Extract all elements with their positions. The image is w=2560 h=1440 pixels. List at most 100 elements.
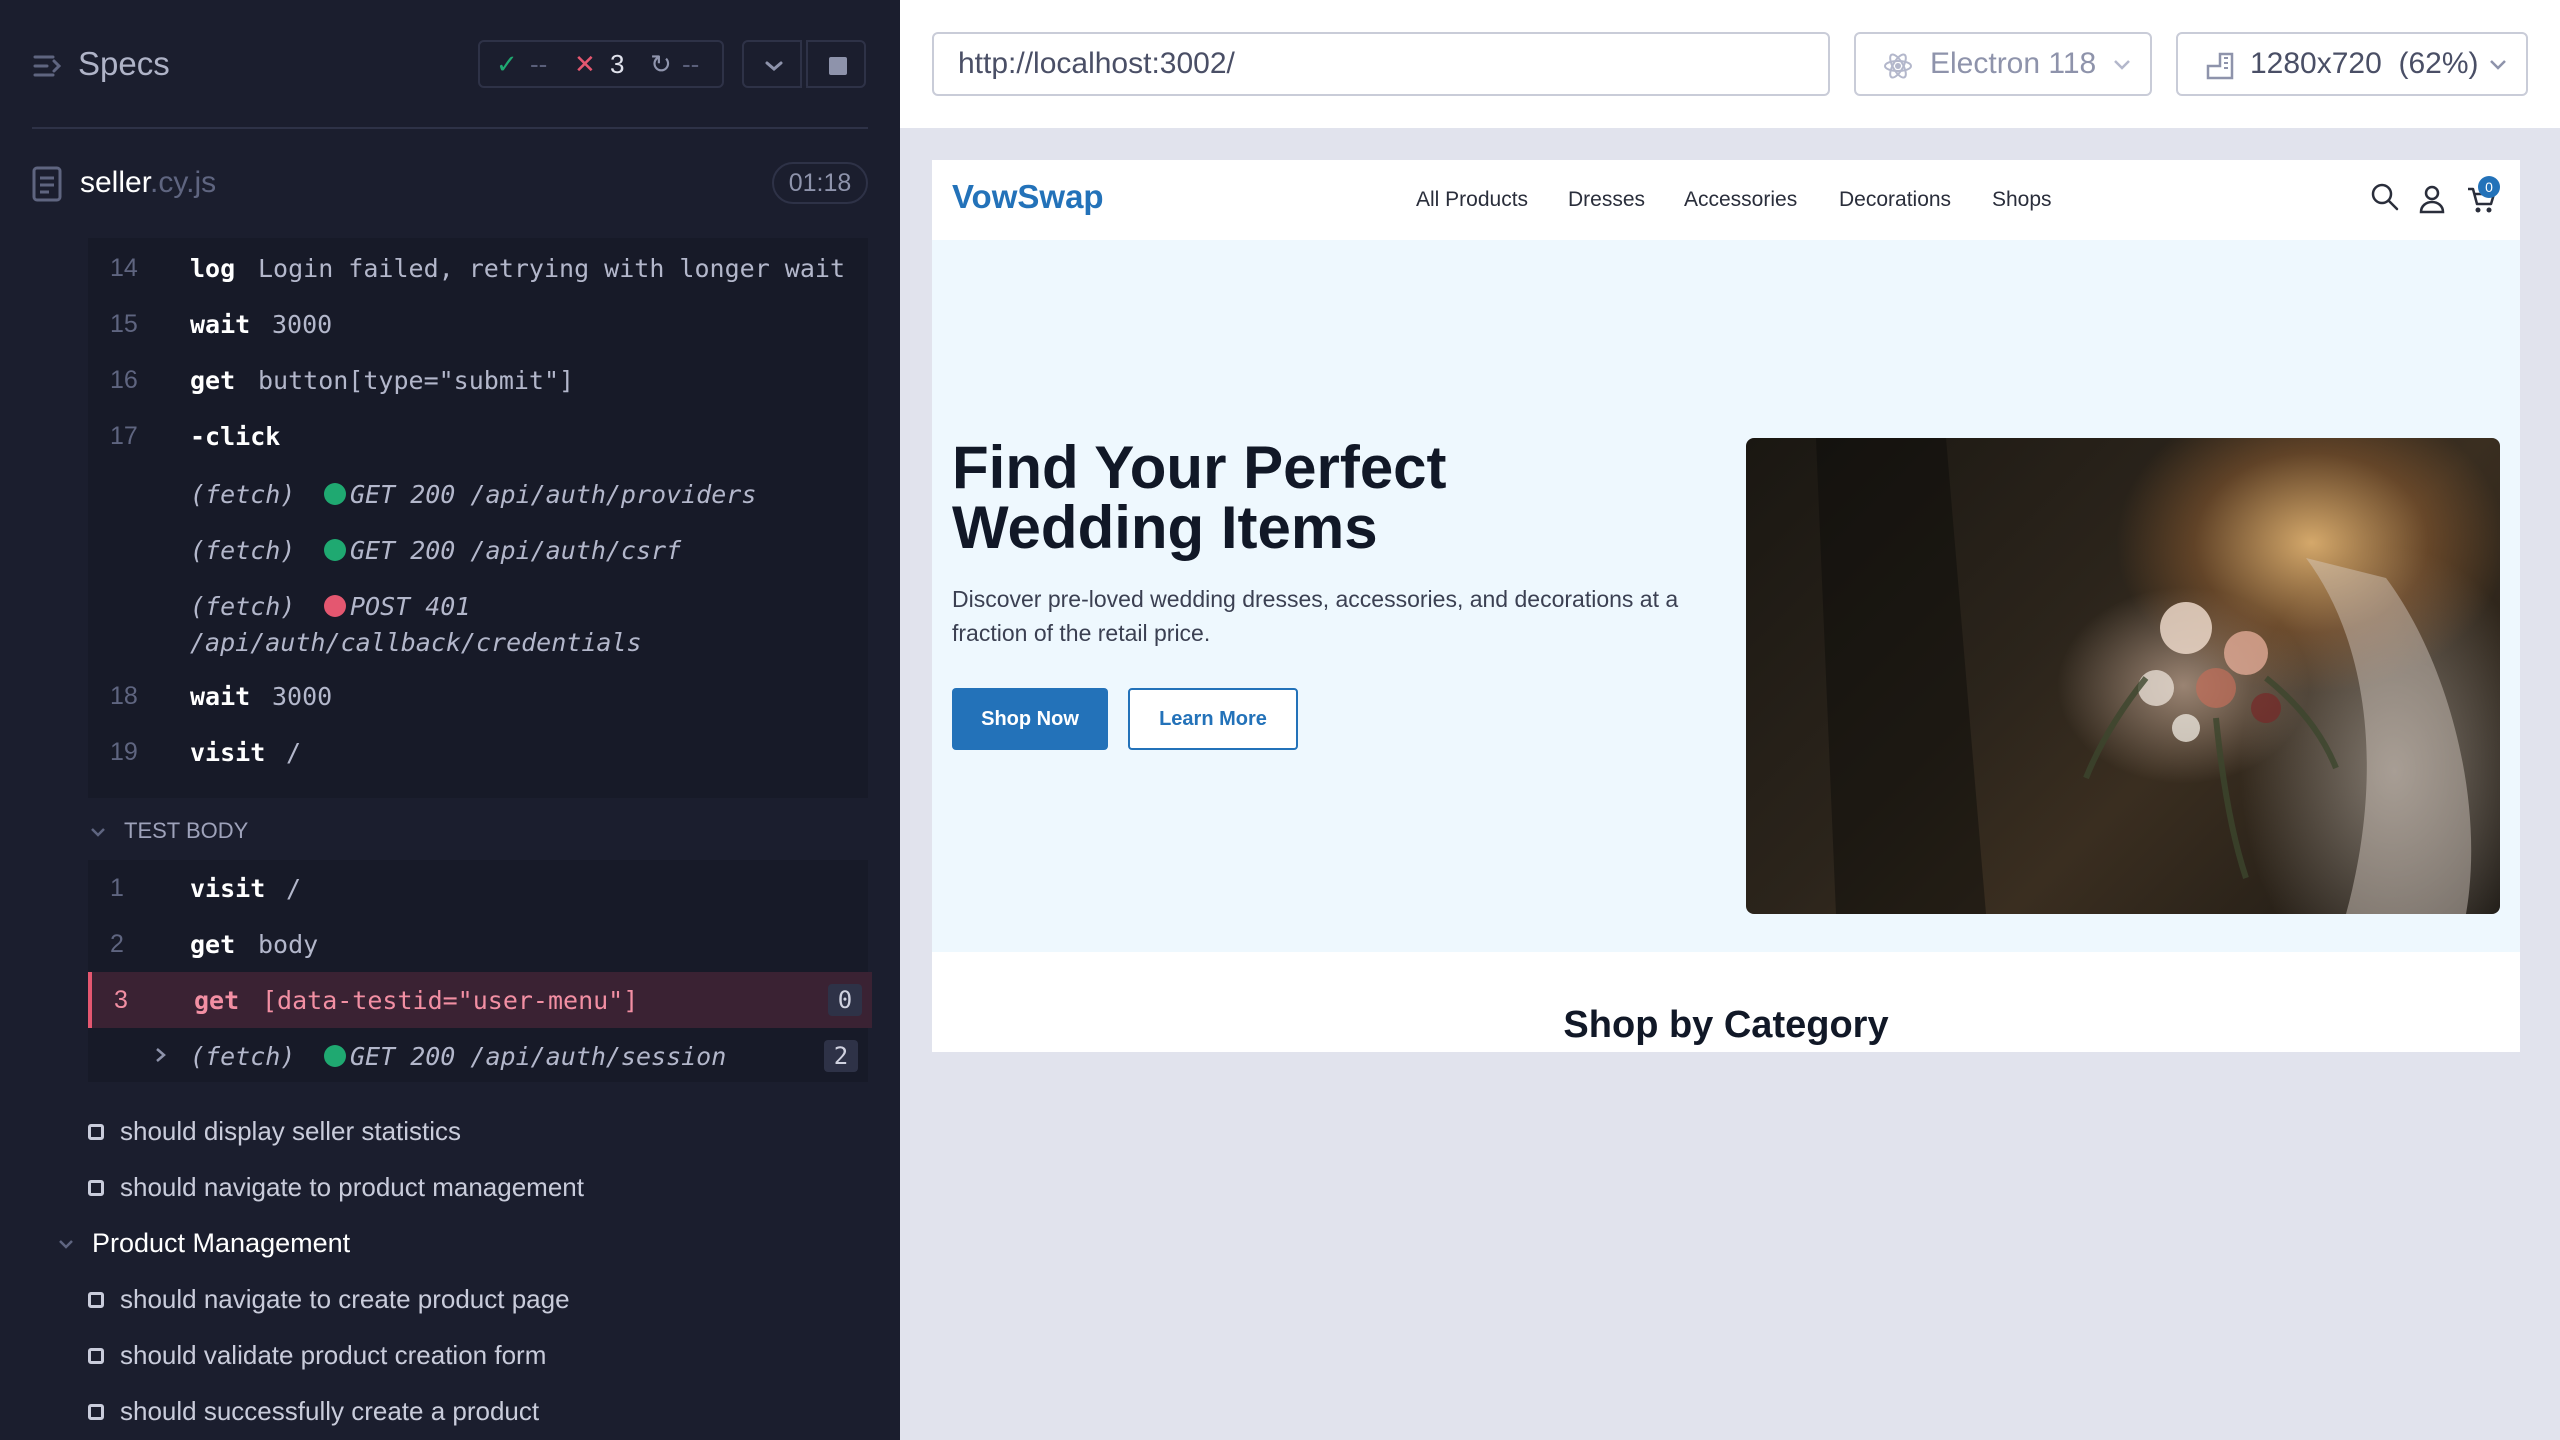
nav-all-products[interactable]: All Products [1416,188,1528,212]
failed-x-icon: ✕ [574,49,596,79]
command-name: wait [190,310,251,339]
chevron-down-icon [2490,60,2506,70]
chevron-down-icon [765,61,783,71]
fetch-message: GET 200 /api/auth/providers [350,480,757,509]
command-number: 18 [110,682,138,710]
viewport-ruler-icon [2206,52,2234,80]
test-body-commands: 1 visit / 2 get body 3 get [data-testid=… [88,860,872,1084]
command-message: Login failed, retrying with longer wait [258,254,845,283]
failed-command-row[interactable]: 3 get [data-testid="user-menu"] 0 [88,972,872,1028]
test-title: should navigate to create product page [120,1284,570,1314]
command-message: button[type="submit"] [258,366,575,395]
spec-file-row[interactable]: seller.cy.js 01:18 [0,148,900,220]
command-name: wait [190,682,251,711]
learn-more-button[interactable]: Learn More [1128,688,1298,750]
browser-selector[interactable]: Electron 118 [1854,32,2152,96]
fetch-row[interactable]: (fetch) GET 200 /api/auth/csrf [88,522,868,578]
hero-title: Find Your Perfect Wedding Items [952,434,1447,561]
command-row[interactable]: 17 -click [88,408,868,464]
command-number: 17 [110,422,138,450]
collapse-button[interactable] [742,40,802,88]
status-dot-icon [324,595,346,617]
command-number: 15 [110,310,138,338]
status-dot-icon [324,483,346,505]
command-message: / [286,874,302,903]
test-stats: ✓ -- ✕ 3 ↻ -- [478,40,724,88]
suite-title: Product Management [92,1228,351,1258]
url-bar[interactable]: http://localhost:3002/ [932,32,1830,96]
command-number: 16 [110,366,138,394]
viewport-selector[interactable]: 1280x720 (62%) [2176,32,2528,96]
nav-accessories[interactable]: Accessories [1684,188,1797,212]
command-row[interactable]: 19 visit / [88,724,868,780]
pending-spinner-icon: ↻ [650,49,672,79]
command-name: get [194,986,240,1015]
command-name: -click [190,422,281,451]
search-icon[interactable] [2370,182,2400,212]
nav-shops[interactable]: Shops [1992,188,2052,212]
command-name: get [190,366,236,395]
command-name: visit [190,874,266,903]
command-number: 19 [110,738,138,766]
command-row[interactable]: 14 log Login failed, retrying with longe… [88,240,868,296]
test-status-icon [88,1124,104,1140]
command-number: 2 [110,930,124,958]
test-status-icon [88,1348,104,1364]
chevron-down-icon [2114,60,2130,70]
command-message: body [258,930,319,959]
fetch-message: GET 200 /api/auth/csrf [350,536,682,565]
command-number: 14 [110,254,138,282]
command-name: get [190,930,236,959]
fetch-row[interactable]: (fetch) GET 200 /api/auth/providers [88,466,868,522]
test-status-icon [88,1180,104,1196]
command-message: / [286,738,302,767]
status-dot-icon [324,1045,346,1067]
command-number: 1 [110,874,124,902]
spec-file-name: seller.cy.js [80,166,217,199]
command-name: visit [190,738,266,767]
nav-dresses[interactable]: Dresses [1568,188,1645,212]
header-divider [32,127,868,129]
browser-name: Electron 118 [1930,47,2097,80]
specs-list-icon[interactable] [32,50,64,82]
command-row[interactable]: 16 get button[type="submit"] [88,352,868,408]
command-message: [data-testid="user-menu"] [262,986,639,1015]
bouquet-illustration [1816,438,2472,914]
fetch-row[interactable]: (fetch) POST 401 /api/auth/callback/cred… [88,578,868,664]
fetch-message: POST 401 [350,592,471,621]
stop-icon [829,57,847,75]
passed-check-icon: ✓ [496,49,518,79]
shop-by-category-title: Shop by Category [1563,1004,1889,1046]
command-row[interactable]: 18 wait 3000 [88,668,868,724]
test-title: should successfully create a product [120,1396,540,1426]
request-count-badge: 2 [824,1040,858,1072]
specs-title[interactable]: Specs [78,45,170,83]
fetch-message: GET 200 /api/auth/session [350,1042,727,1071]
command-row[interactable]: 15 wait 3000 [88,296,868,352]
hero-wedding-image [1746,438,2500,914]
test-body-label: TEST BODY [124,818,249,843]
app-under-test: VowSwap All Products Dresses Accessories… [932,160,2520,1052]
command-row[interactable]: 2 get body [88,916,868,972]
stop-button[interactable] [806,40,866,88]
shop-now-button[interactable]: Shop Now [952,688,1108,750]
nav-decorations[interactable]: Decorations [1839,188,1951,212]
fetch-url: /api/auth/callback/credentials [190,628,642,657]
chevron-right-icon [156,1048,166,1062]
failed-count: 3 [610,49,625,79]
passed-count: -- [530,49,548,79]
test-title: should display seller statistics [120,1116,462,1146]
hero-subtitle: Discover pre-loved wedding dresses, acce… [952,586,1679,646]
user-icon[interactable] [2418,184,2446,214]
command-message: 3000 [272,310,333,339]
document-icon [32,166,62,202]
test-title: should validate product creation form [120,1340,547,1370]
command-row[interactable]: 1 visit / [88,860,868,916]
command-name: log [190,254,236,283]
site-logo[interactable]: VowSwap [952,178,1104,216]
chevron-down-icon [91,828,105,837]
pending-count: -- [682,49,700,79]
fetch-row[interactable]: (fetch) GET 200 /api/auth/session 2 [88,1028,868,1084]
fetch-label: (fetch) [190,480,296,509]
cart-count-badge: 0 [2478,176,2500,198]
